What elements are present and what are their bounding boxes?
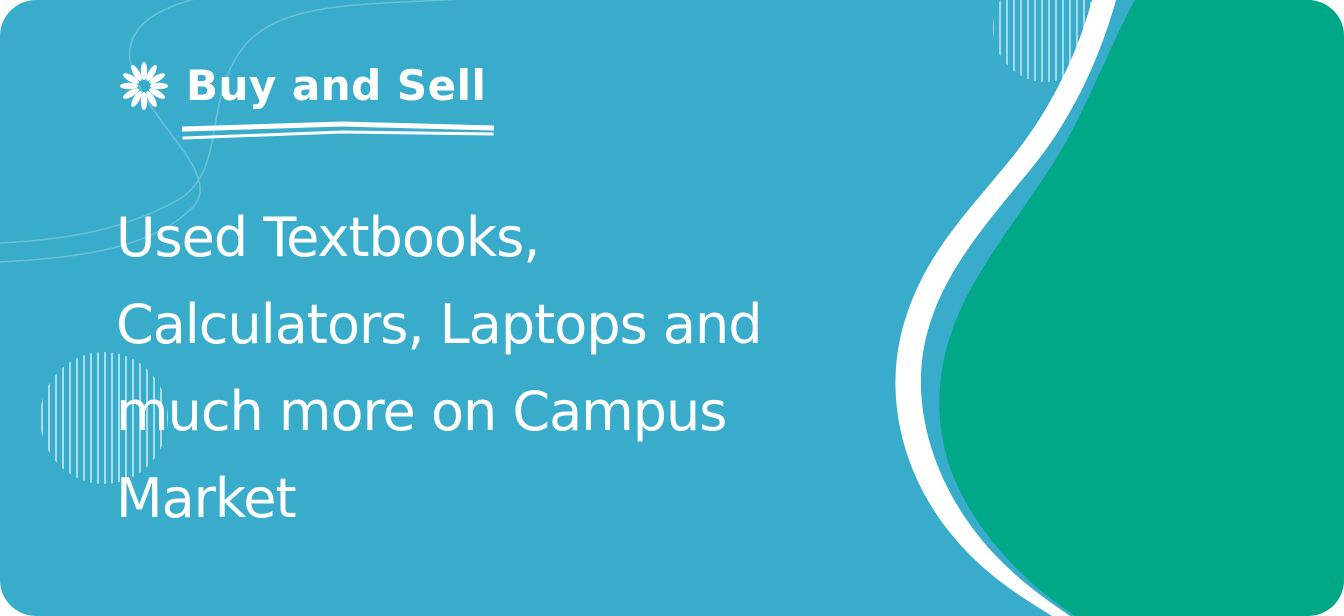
- headline-line-1: Used Textbooks,: [116, 206, 540, 269]
- headline-line-3: much more on Campus: [116, 380, 727, 443]
- tagline: Buy and Sell: [118, 56, 486, 116]
- tagline-text: Buy and Sell: [186, 61, 487, 110]
- headline: Used Textbooks, Calculators, Laptops and…: [116, 194, 896, 542]
- daisy-flower-icon: [120, 62, 168, 110]
- promo-banner: Buy and Sell Used Textbooks, Calculators…: [0, 0, 1344, 616]
- headline-line-4: Market: [116, 467, 297, 530]
- green-blob-shape: [939, 0, 1344, 616]
- headline-line-2: Calculators, Laptops and: [116, 293, 763, 356]
- tagline-underline: [182, 121, 494, 140]
